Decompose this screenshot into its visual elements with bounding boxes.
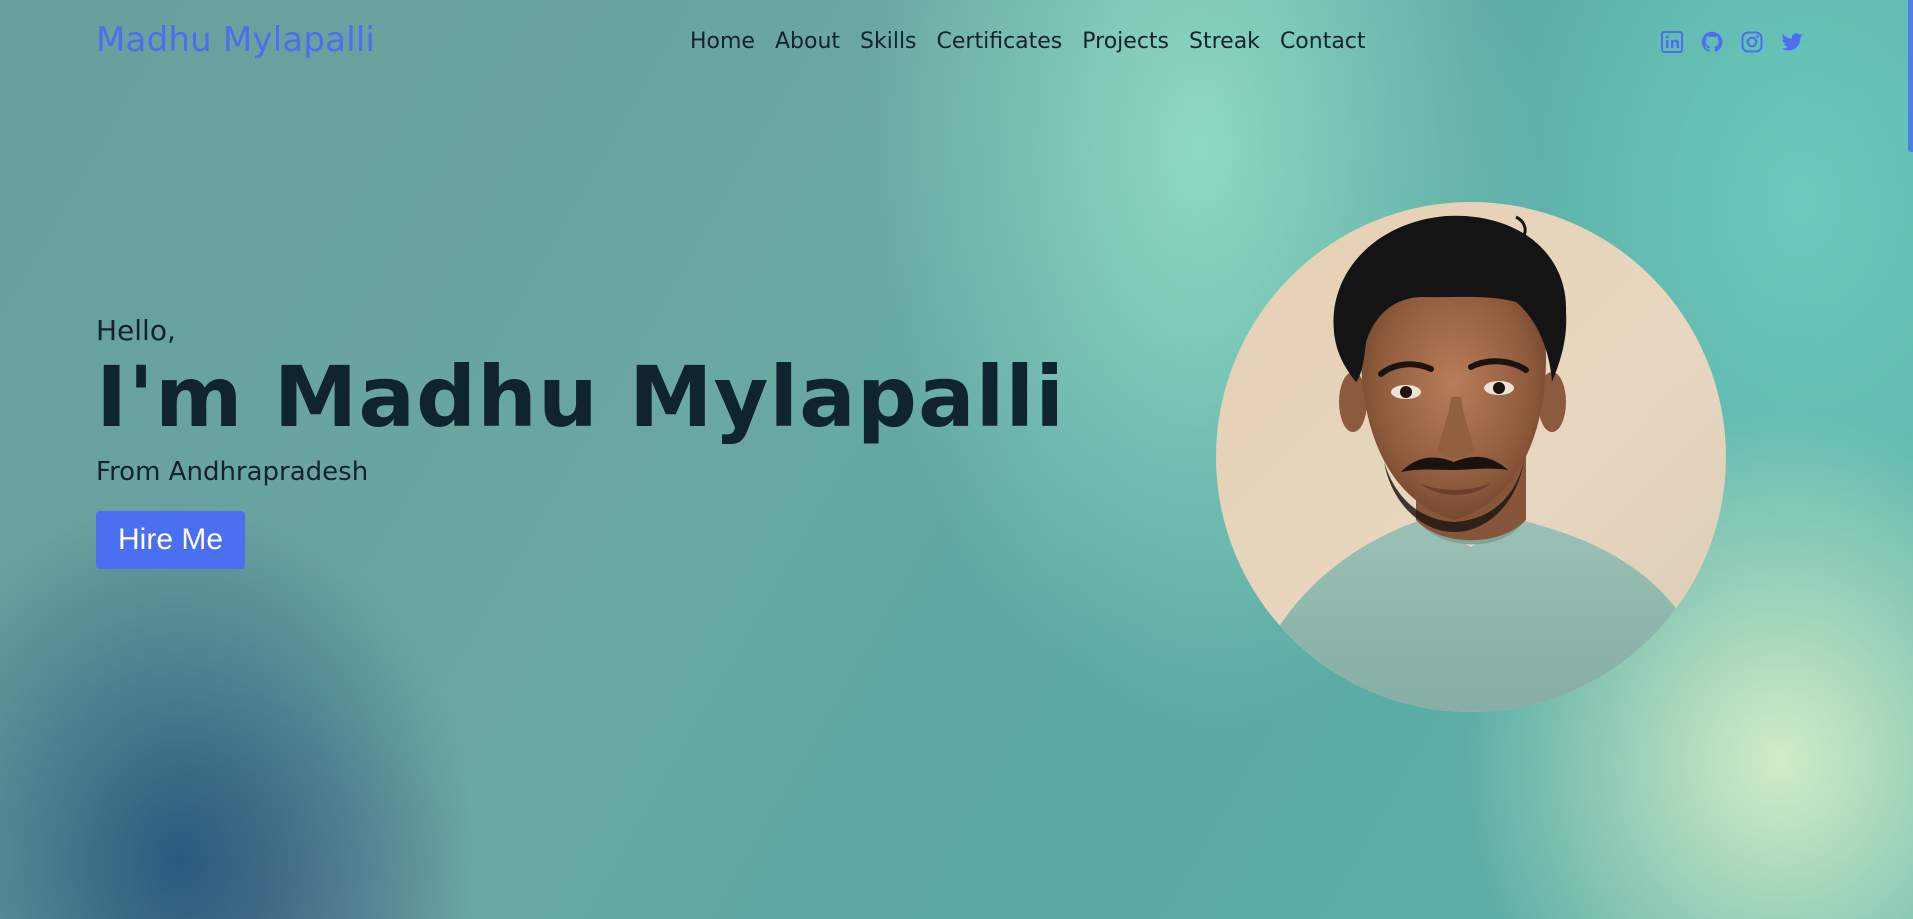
main-nav: Home About Skills Certificates Projects …	[690, 29, 1366, 54]
hero-subtitle: From Andhrapradesh	[96, 457, 369, 487]
social-links	[1660, 30, 1804, 54]
github-icon[interactable]	[1700, 30, 1724, 54]
nav-link-projects[interactable]: Projects	[1082, 29, 1169, 54]
nav-link-home[interactable]: Home	[690, 29, 755, 54]
nav-link-about[interactable]: About	[775, 29, 840, 54]
top-navbar: Madhu Mylapalli Home About Skills Certif…	[0, 0, 1908, 84]
hero-headline: I'm Madhu Mylapalli	[96, 348, 1066, 446]
nav-link-skills[interactable]: Skills	[860, 29, 917, 54]
hero-section: Hello, I'm Madhu Mylapalli From Andhrapr…	[96, 314, 1065, 569]
linkedin-icon[interactable]	[1660, 30, 1684, 54]
scrollbar-thumb[interactable]	[1908, 0, 1913, 152]
profile-photo	[1216, 202, 1726, 712]
nav-link-streak[interactable]: Streak	[1189, 29, 1260, 54]
hero-greeting: Hello,	[96, 314, 176, 347]
hire-me-button[interactable]: Hire Me	[96, 511, 246, 569]
nav-link-certificates[interactable]: Certificates	[937, 29, 1063, 54]
twitter-icon[interactable]	[1780, 30, 1804, 54]
nav-link-contact[interactable]: Contact	[1280, 29, 1366, 54]
instagram-icon[interactable]	[1740, 30, 1764, 54]
brand-logo-text[interactable]: Madhu Mylapalli	[96, 20, 375, 60]
